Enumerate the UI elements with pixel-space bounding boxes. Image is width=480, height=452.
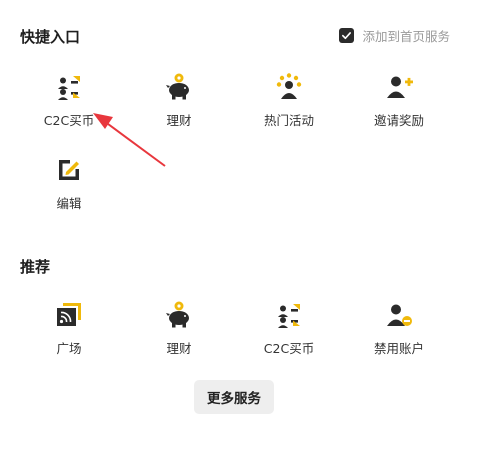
quick-item-invite[interactable]: 邀请奖励	[351, 72, 447, 129]
edit-icon	[59, 160, 79, 180]
checkmark-icon	[342, 32, 352, 40]
piggy-bank-icon	[166, 301, 189, 328]
piggy-bank-icon	[166, 73, 189, 100]
recommend-item-label: 广场	[56, 341, 82, 356]
add-to-home-checkbox[interactable]	[339, 28, 355, 43]
quick-item-c2c[interactable]: C2C买币	[21, 72, 117, 129]
activity-group-icon	[276, 73, 302, 99]
more-services-button[interactable]: 更多服务	[194, 380, 274, 414]
quick-item-label: 理财	[166, 113, 192, 128]
quick-item-label: C2C买币	[43, 113, 95, 128]
recommend-item-wealth[interactable]: 理财	[131, 300, 227, 357]
c2c-users-icon	[58, 76, 80, 100]
quick-item-label: 热门活动	[263, 113, 314, 128]
recommend-item-label: 理财	[166, 341, 192, 356]
quick-item-edit[interactable]: 编辑	[21, 155, 117, 212]
quick-item-hot-events[interactable]: 热门活动	[241, 72, 337, 129]
square-feed-icon	[57, 303, 81, 326]
quick-item-label: 邀请奖励	[373, 113, 424, 128]
quick-item-wealth[interactable]: 理财	[131, 72, 227, 129]
recommend-item-c2c[interactable]: C2C买币	[241, 300, 337, 357]
add-to-home-checkbox-row[interactable]: 添加到首页服务	[339, 26, 450, 45]
recommend-title: 推荐	[20, 258, 51, 276]
recommend-item-disable-account[interactable]: 禁用账户	[351, 300, 447, 357]
recommend-item-label: C2C买币	[263, 341, 315, 356]
quick-entry-title: 快捷入口	[20, 28, 81, 46]
add-to-home-label: 添加到首页服务	[362, 29, 450, 44]
recommend-item-label: 禁用账户	[373, 341, 424, 356]
recommend-item-square[interactable]: 广场	[21, 300, 117, 357]
invite-user-icon	[387, 76, 413, 98]
c2c-users-icon	[278, 304, 300, 328]
quick-item-label: 编辑	[56, 196, 82, 211]
disable-account-icon	[387, 304, 412, 326]
